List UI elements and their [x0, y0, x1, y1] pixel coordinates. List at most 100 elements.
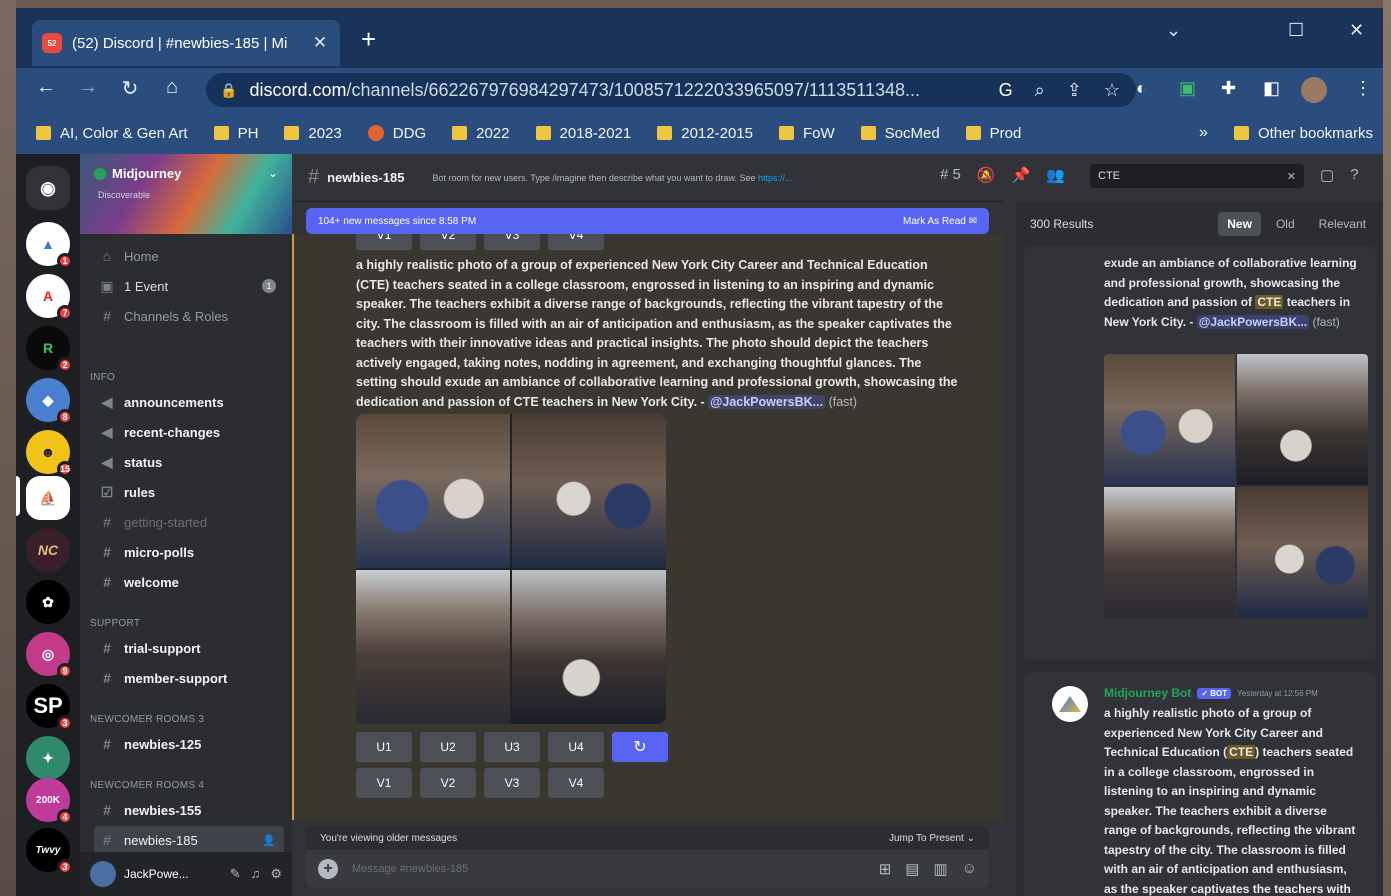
generated-image-1[interactable] — [356, 414, 510, 568]
v1-button[interactable]: V1 — [356, 234, 412, 250]
reroll-icon[interactable]: ↻ — [612, 732, 668, 762]
channel-newbies-185[interactable]: # newbies-185 👤 — [94, 826, 284, 854]
midjourney-bot-avatar[interactable] — [1052, 686, 1088, 722]
result-image-4[interactable] — [1237, 487, 1368, 618]
server-openai-icon[interactable]: ✿ — [26, 580, 70, 624]
mute-bell-icon[interactable]: 🔕 — [977, 166, 996, 184]
clear-search-icon[interactable]: ✕ — [1287, 170, 1296, 183]
tab-search-icon[interactable]: ⌄ — [1166, 20, 1181, 41]
generated-image-4[interactable] — [512, 570, 666, 724]
channel-topic[interactable]: Bot room for new users. Type /imagine th… — [432, 173, 1003, 183]
bookmark-ddg[interactable]: DDG — [367, 125, 426, 142]
discord-home-icon[interactable]: ◉ — [26, 166, 70, 210]
url-field[interactable]: 🔒 discord.com/channels/66226797698429747… — [206, 73, 1136, 107]
u2-button[interactable]: U2 — [420, 732, 476, 762]
threads-icon[interactable]: # 5 — [940, 166, 961, 184]
bookmark-folder-2022[interactable]: 2022 — [452, 125, 510, 142]
category-newcomer-4[interactable]: NEWCOMER ROOMS 4 — [90, 780, 204, 791]
bookmark-folder-ph[interactable]: PH — [213, 125, 258, 142]
channel-announcements[interactable]: ◀ announcements — [94, 388, 284, 416]
sticker-icon[interactable]: ▥ — [933, 860, 947, 878]
headphones-icon[interactable]: ♫ — [251, 866, 261, 882]
dark-mode-extension-icon[interactable]: ◐ — [1136, 78, 1147, 99]
server-midjourney-icon[interactable]: ⛵ — [26, 476, 70, 520]
jump-to-present-button[interactable]: Jump To Present ⌄ — [889, 833, 975, 844]
u1-button[interactable]: U1 — [356, 732, 412, 762]
channel-welcome[interactable]: # welcome — [94, 568, 284, 596]
maximize-icon[interactable]: ☐ — [1288, 20, 1304, 41]
result-image-3[interactable] — [1104, 487, 1235, 618]
channel-events[interactable]: ▣ 1 Event 1 — [94, 272, 284, 300]
new-messages-bar[interactable]: 104+ new messages since 8:58 PM Mark As … — [306, 208, 989, 234]
channel-getting-started[interactable]: # getting-started — [94, 508, 284, 536]
bookmark-folder-ai-color[interactable]: AI, Color & Gen Art — [36, 125, 188, 142]
chevron-down-icon[interactable]: ⌄ — [268, 166, 278, 180]
bookmark-folder-2012-2015[interactable]: 2012-2015 — [657, 125, 753, 142]
server-nc-icon[interactable]: NC — [26, 528, 70, 572]
server-twvy-icon[interactable]: Twvy 3 — [26, 828, 73, 875]
help-icon[interactable]: ? — [1350, 166, 1358, 184]
forward-icon[interactable]: → — [74, 76, 102, 99]
tab-close-icon[interactable]: ✕ — [310, 33, 330, 53]
channel-micro-polls[interactable]: # micro-polls — [94, 538, 284, 566]
avatar[interactable] — [90, 861, 116, 887]
bookmark-folder-2023[interactable]: 2023 — [284, 125, 342, 142]
back-icon[interactable]: ← — [32, 76, 60, 99]
sort-relevant-tab[interactable]: Relevant — [1310, 212, 1375, 236]
channel-newbies-155[interactable]: # newbies-155 — [94, 796, 284, 824]
close-window-icon[interactable]: ✕ — [1349, 20, 1364, 41]
channel-member-support[interactable]: # member-support — [94, 664, 284, 692]
server-banner[interactable]: Midjourney Discoverable ⌄ — [80, 154, 292, 234]
generated-image-2[interactable] — [512, 414, 666, 568]
result-image-grid[interactable] — [1104, 354, 1368, 618]
inbox-icon[interactable]: ▢ — [1320, 166, 1334, 184]
server-sp-icon[interactable]: SP 3 — [26, 684, 73, 731]
sort-old-tab[interactable]: Old — [1267, 212, 1304, 236]
server-adobe-icon[interactable]: A7 — [26, 274, 73, 321]
user-mention[interactable]: @JackPowersBK... — [708, 394, 826, 409]
bookmark-folder-socmed[interactable]: SocMed — [860, 125, 940, 142]
server-diamond-icon[interactable]: ◆ 8 — [26, 378, 73, 425]
channel-newbies-125[interactable]: # newbies-125 — [94, 730, 284, 758]
generated-image-3[interactable] — [356, 570, 510, 724]
browser-tab-discord[interactable]: 52 (52) Discord | #newbies-185 | Mi ✕ — [32, 20, 340, 66]
mark-as-read-button[interactable]: Mark As Read ✉ — [903, 216, 977, 227]
search-result-card[interactable]: Midjourney Bot ✓ BOT Yesterday at 12:56 … — [1024, 672, 1376, 896]
v2-button[interactable]: V2 — [420, 768, 476, 798]
category-newcomer-3[interactable]: NEWCOMER ROOMS 3 — [90, 714, 204, 725]
other-bookmarks[interactable]: Other bookmarks — [1233, 125, 1373, 142]
channel-trial-support[interactable]: # trial-support — [94, 634, 284, 662]
microphone-icon[interactable]: ✎ — [230, 866, 241, 882]
result-image-1[interactable] — [1104, 354, 1235, 485]
add-member-icon[interactable]: 👤 — [262, 834, 276, 847]
v3-button[interactable]: V3 — [484, 768, 540, 798]
gift-icon[interactable]: ⊞ — [879, 860, 892, 878]
profile-avatar[interactable] — [1301, 77, 1327, 103]
channel-recent-changes[interactable]: ◀ recent-changes — [94, 418, 284, 446]
category-info[interactable]: INFO — [90, 372, 115, 383]
channel-status[interactable]: ◀ status — [94, 448, 284, 476]
bookmark-folder-2018-2021[interactable]: 2018-2021 — [535, 125, 631, 142]
add-attachment-icon[interactable]: + — [318, 859, 338, 879]
message-input[interactable]: Message #newbies-185 — [352, 863, 865, 875]
browser-menu-icon[interactable]: ⋮ — [1354, 78, 1372, 99]
search-input[interactable]: CTE ✕ — [1090, 164, 1304, 188]
zoom-icon[interactable]: ⌕ — [1035, 80, 1045, 101]
server-200k-icon[interactable]: 200K 4 — [26, 778, 73, 825]
more-bookmarks-chevron[interactable]: » — [1199, 124, 1208, 142]
category-support[interactable]: SUPPORT — [90, 618, 140, 629]
u4-button[interactable]: U4 — [548, 732, 604, 762]
server-owl-icon[interactable]: ✦ — [26, 736, 70, 780]
result-image-2[interactable] — [1237, 354, 1368, 485]
v2-button[interactable]: V2 — [420, 234, 476, 250]
gif-icon[interactable]: ▤ — [905, 860, 919, 878]
v3-button[interactable]: V3 — [484, 234, 540, 250]
server-r-icon[interactable]: R2 — [26, 326, 73, 373]
v4-button[interactable]: V4 — [548, 768, 604, 798]
u3-button[interactable]: U3 — [484, 732, 540, 762]
pin-icon[interactable]: 📌 — [1012, 166, 1031, 184]
v4-button[interactable]: V4 — [548, 234, 604, 250]
sort-new-tab[interactable]: New — [1218, 212, 1261, 236]
bot-name[interactable]: Midjourney Bot — [1104, 686, 1191, 700]
emoji-icon[interactable]: ☺ — [962, 860, 977, 878]
